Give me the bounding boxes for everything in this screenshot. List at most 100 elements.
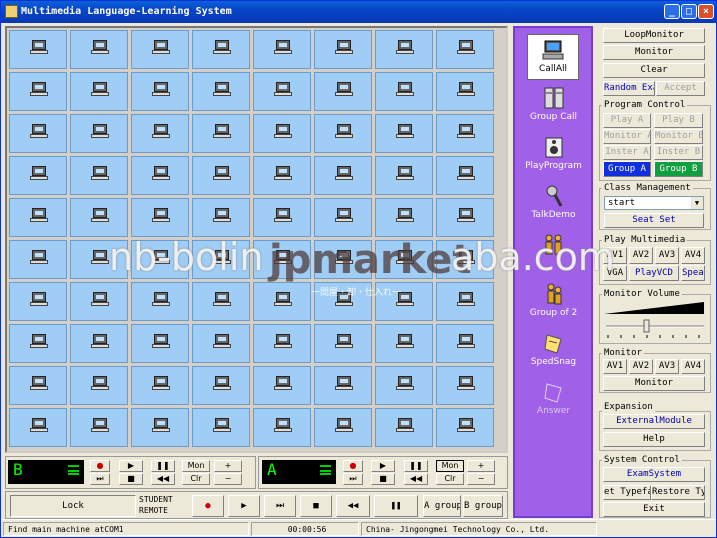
student-seat[interactable] [375, 324, 433, 363]
student-seat[interactable] [192, 156, 250, 195]
class-select[interactable]: start ▼ [604, 196, 704, 210]
monitor-a-button[interactable]: Monitor A [603, 129, 651, 144]
speaker-button[interactable]: Speaker [681, 265, 705, 281]
student-seat[interactable] [131, 366, 189, 405]
student-seat[interactable] [9, 156, 67, 195]
right-stop-button[interactable]: ■ [371, 473, 395, 485]
student-seat[interactable] [131, 240, 189, 279]
student-seat[interactable] [375, 72, 433, 111]
student-seat[interactable] [253, 198, 311, 237]
student-seat[interactable] [314, 324, 372, 363]
help-button[interactable]: Help [603, 432, 705, 447]
right-next-button[interactable]: ⏭ [343, 473, 363, 485]
callall-button[interactable]: CallAll [527, 34, 579, 80]
spedsnag-button[interactable]: SpedSnag [517, 328, 590, 374]
student-seat[interactable] [9, 30, 67, 69]
student-seat[interactable] [436, 408, 494, 447]
student-seat[interactable] [9, 240, 67, 279]
student-seat[interactable] [70, 114, 128, 153]
play-av1-button[interactable]: AV1 [603, 247, 627, 264]
student-seat[interactable] [192, 198, 250, 237]
volume-slider[interactable] [604, 302, 706, 340]
student-seat[interactable] [253, 156, 311, 195]
play-a-button[interactable]: Play A [603, 113, 651, 128]
student-seat[interactable] [253, 72, 311, 111]
b-group-button[interactable]: B group [463, 495, 503, 517]
right-rewind-button[interactable]: ◀◀ [404, 473, 428, 485]
student-seat[interactable] [70, 198, 128, 237]
student-seat[interactable] [131, 72, 189, 111]
volume-thumb[interactable] [643, 319, 650, 333]
left-plus-button[interactable]: + [214, 460, 242, 472]
external-module-button[interactable]: ExternalModule [603, 414, 705, 429]
student-seat[interactable] [375, 114, 433, 153]
student-seat[interactable] [192, 366, 250, 405]
student-seat[interactable] [131, 282, 189, 321]
student-seat[interactable] [375, 366, 433, 405]
student-seat[interactable] [9, 72, 67, 111]
student-seat[interactable] [375, 30, 433, 69]
left-record-button[interactable]: ● [90, 460, 110, 472]
minimize-button[interactable]: _ [664, 4, 680, 19]
bottom-stop-button[interactable]: ■ [300, 495, 332, 517]
student-seat[interactable] [192, 408, 250, 447]
student-seat[interactable] [314, 156, 372, 195]
student-seat[interactable] [436, 324, 494, 363]
student-seat[interactable] [131, 198, 189, 237]
monitor-b-button[interactable]: Monitor B [654, 129, 703, 144]
student-seat[interactable] [253, 114, 311, 153]
student-seat[interactable] [375, 156, 433, 195]
vga-button[interactable]: VGA [603, 265, 627, 281]
random-exam-button[interactable]: Random Exam [603, 81, 655, 96]
student-seat[interactable] [70, 72, 128, 111]
student-seat[interactable] [375, 198, 433, 237]
left-clr-button[interactable]: Clr [182, 473, 210, 485]
student-seat[interactable] [436, 156, 494, 195]
left-minus-button[interactable]: − [214, 473, 242, 485]
student-seat[interactable] [131, 408, 189, 447]
student-seat[interactable] [253, 240, 311, 279]
monitor-button[interactable]: Monitor [603, 45, 705, 60]
right-minus-button[interactable]: − [467, 473, 495, 485]
student-seat[interactable] [436, 240, 494, 279]
student-seat[interactable] [314, 282, 372, 321]
student-seat[interactable] [314, 240, 372, 279]
set-typeface-button[interactable]: et Typeface [603, 485, 651, 500]
group-of-2-button[interactable]: Group of 2 [517, 279, 590, 325]
student-seat[interactable] [9, 114, 67, 153]
student-seat[interactable] [70, 408, 128, 447]
exit-button[interactable]: Exit [603, 502, 705, 517]
student-seat[interactable] [314, 198, 372, 237]
play-av2-button[interactable]: AV2 [629, 247, 653, 264]
right-mon-button[interactable]: Mon [436, 460, 464, 472]
student-seat[interactable] [192, 240, 250, 279]
right-clr-button[interactable]: Clr [436, 473, 464, 485]
left-pause-button[interactable]: ❚❚ [151, 460, 175, 472]
student-seat[interactable] [70, 240, 128, 279]
accept-button[interactable]: Accept [656, 81, 705, 96]
restore-typeface-button[interactable]: Restore Typeface [651, 485, 705, 500]
monitor-av1-button[interactable]: AV1 [603, 359, 627, 374]
play-av3-button[interactable]: AV3 [655, 247, 679, 264]
right-record-button[interactable]: ● [343, 460, 363, 472]
left-mon-button[interactable]: Mon [182, 460, 210, 472]
student-seat[interactable] [131, 324, 189, 363]
student-seat[interactable] [70, 30, 128, 69]
bottom-play-button[interactable]: ▶ [228, 495, 260, 517]
student-seat[interactable] [436, 198, 494, 237]
group-button[interactable] [517, 230, 590, 276]
maximize-button[interactable]: □ [681, 4, 697, 19]
clear-button[interactable]: Clear [603, 63, 705, 78]
student-seat[interactable] [314, 366, 372, 405]
student-seat[interactable] [192, 282, 250, 321]
play-b-button[interactable]: Play B [654, 113, 703, 128]
student-seat[interactable] [131, 114, 189, 153]
talkdemo-button[interactable]: TalkDemo [517, 181, 590, 227]
right-play-button[interactable]: ▶ [371, 460, 395, 472]
student-seat[interactable] [70, 282, 128, 321]
student-seat[interactable] [436, 72, 494, 111]
right-pause-button[interactable]: ❚❚ [404, 460, 428, 472]
student-seat[interactable] [253, 282, 311, 321]
left-play-button[interactable]: ▶ [119, 460, 143, 472]
chevron-down-icon[interactable]: ▼ [691, 197, 703, 209]
